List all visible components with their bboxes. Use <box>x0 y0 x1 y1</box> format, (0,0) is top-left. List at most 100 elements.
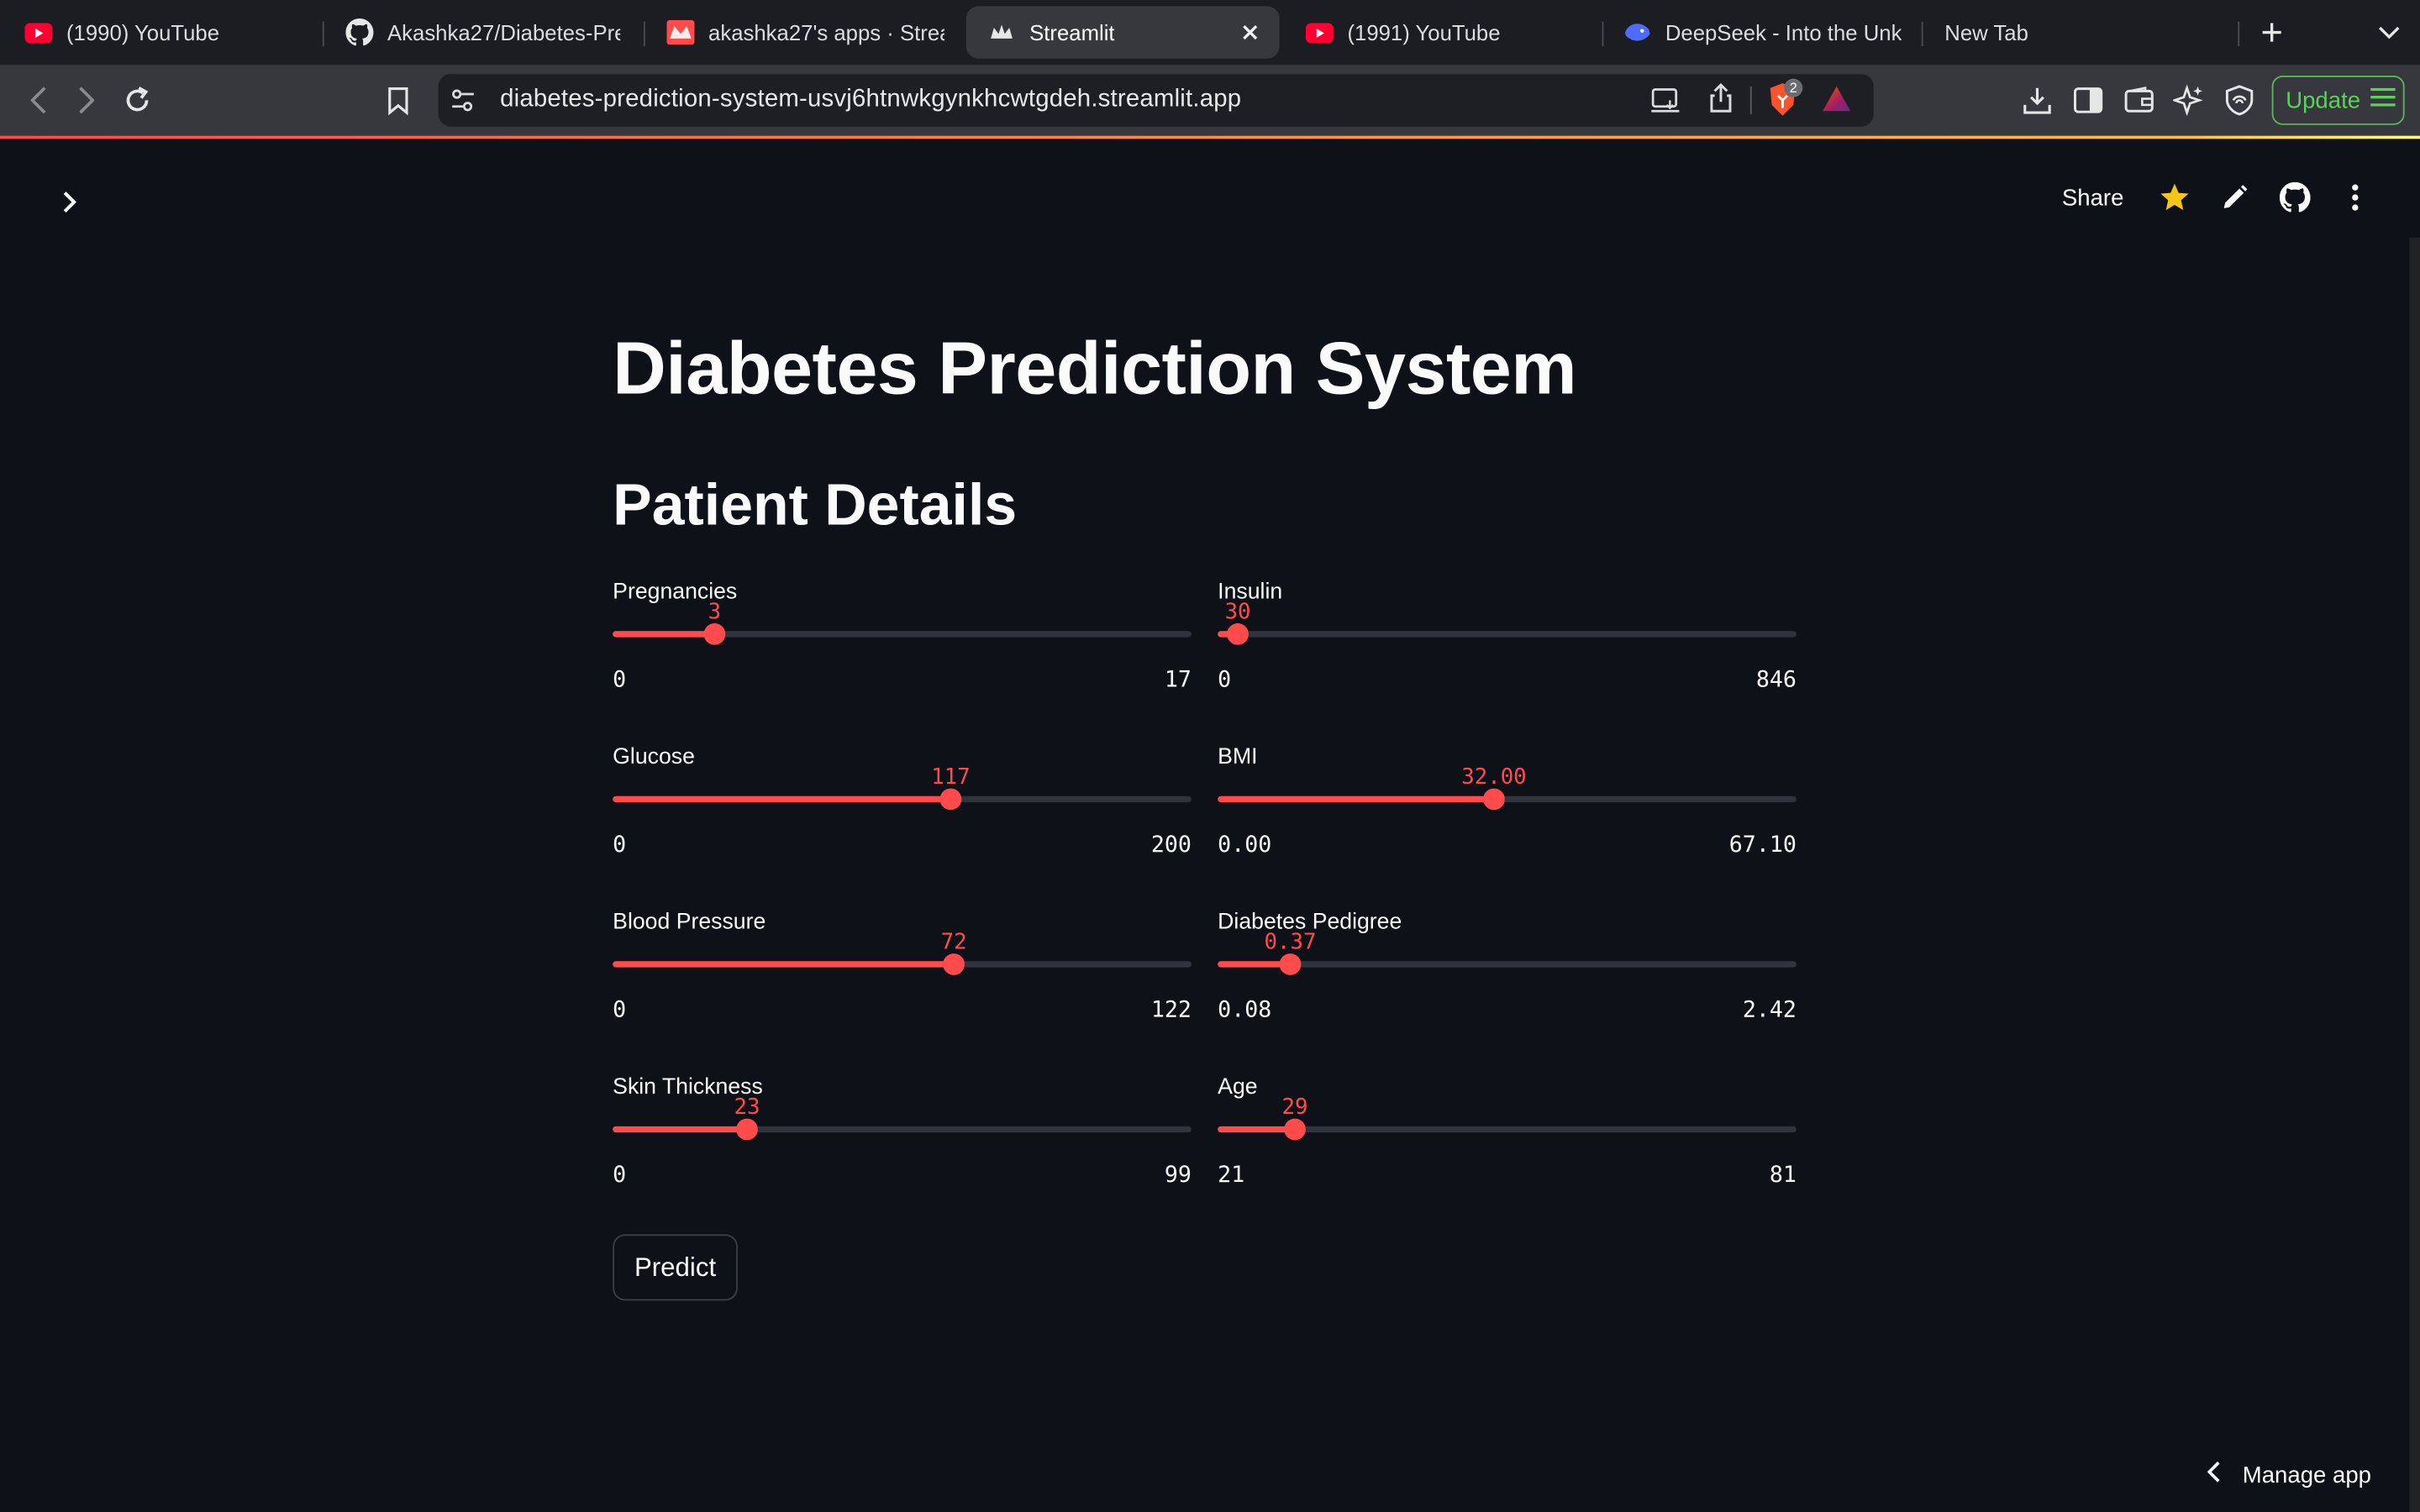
slider-fill <box>613 1126 747 1133</box>
slider-track[interactable] <box>1218 788 1797 811</box>
cast-screen-icon[interactable] <box>1649 87 1681 122</box>
slider-value: 3 <box>708 600 722 625</box>
slider-min: 21 <box>1218 1163 1245 1189</box>
favorite-star-icon[interactable] <box>2156 179 2193 216</box>
slider-thumb[interactable] <box>1284 1118 1306 1141</box>
slider-min: 0 <box>613 998 627 1023</box>
slider-fill <box>613 795 951 803</box>
bookmark-icon[interactable] <box>381 83 415 117</box>
site-settings-icon[interactable] <box>448 85 479 123</box>
brave-rewards-icon[interactable] <box>1821 85 1852 120</box>
slider-insulin[interactable]: Insulin 30 0 846 <box>1218 580 1797 719</box>
slider-min: 0 <box>613 1163 627 1189</box>
slider-thumb[interactable] <box>1483 788 1505 811</box>
page-scrollbar[interactable] <box>2409 237 2420 1512</box>
page-title: Diabetes Prediction System <box>613 328 1577 411</box>
back-arrow-icon[interactable] <box>22 83 55 117</box>
slider-label: Glucose <box>613 745 695 770</box>
slider-max: 122 <box>1150 998 1192 1023</box>
deepseek-icon <box>1623 22 1651 44</box>
update-browser-button[interactable]: Update <box>2271 76 2405 125</box>
share-label: Share <box>2061 184 2124 211</box>
slider-track[interactable] <box>613 1118 1192 1141</box>
close-tab-icon[interactable] <box>1236 18 1264 46</box>
share-icon[interactable] <box>1708 82 1733 122</box>
slider-track[interactable] <box>1218 1118 1797 1141</box>
tab-separator <box>1602 21 1604 47</box>
share-button[interactable]: Share <box>2062 179 2124 216</box>
slider-value: 23 <box>734 1095 760 1121</box>
url-text[interactable]: diabetes-prediction-system-usvj6htnwkgyn… <box>500 87 1241 114</box>
tab-youtube-1991[interactable]: (1991) YouTube <box>1305 6 1584 58</box>
slider-max: 17 <box>1164 668 1192 693</box>
brave-shields-icon[interactable]: 2 <box>1765 78 1803 126</box>
slider-value: 72 <box>940 930 967 955</box>
slider-diabetes-pedigree[interactable]: Diabetes Pedigree 0.37 0.08 2.42 <box>1218 911 1797 1049</box>
slider-thumb[interactable] <box>703 623 726 645</box>
slider-track[interactable] <box>1218 953 1797 975</box>
tab-youtube-1990[interactable]: (1990) YouTube <box>24 6 302 58</box>
tab-list-chevron-down-icon[interactable] <box>2372 15 2406 49</box>
slider-bmi[interactable]: BMI 32.00 0.00 67.10 <box>1218 745 1797 884</box>
menu-hamburger-icon <box>2370 87 2397 114</box>
slider-value: 117 <box>931 765 971 790</box>
address-bar[interactable]: diabetes-prediction-system-usvj6htnwkgyn… <box>438 74 1874 127</box>
slider-age[interactable]: Age 29 21 81 <box>1218 1075 1797 1214</box>
slider-pregnancies[interactable]: Pregnancies 3 0 17 <box>613 580 1192 719</box>
tab-deepseek[interactable]: DeepSeek - Into the Unk <box>1623 6 1902 58</box>
streamlit-crown-icon <box>988 22 1016 44</box>
vpn-shield-icon[interactable] <box>2223 83 2256 117</box>
slider-blood-pressure[interactable]: Blood Pressure 72 0 122 <box>613 911 1192 1049</box>
streamlit-icon <box>666 19 695 45</box>
slider-min: 0 <box>613 668 627 693</box>
predict-button[interactable]: Predict <box>613 1234 738 1301</box>
slider-track[interactable] <box>613 788 1192 811</box>
tab-github[interactable]: Akashka27/Diabetes-Pre <box>345 6 620 58</box>
tab-title: akashka27's apps · Strea <box>708 19 945 45</box>
expand-sidebar-chevron-right-icon[interactable] <box>52 185 86 218</box>
tab-new-tab[interactable]: New Tab <box>1944 6 2176 58</box>
slider-track[interactable] <box>1218 623 1797 645</box>
tab-title: (1990) YouTube <box>66 19 220 45</box>
slider-fill <box>613 631 715 638</box>
reload-icon[interactable] <box>120 83 154 117</box>
edit-pencil-icon[interactable] <box>2217 179 2254 216</box>
manage-app-button[interactable]: Manage app <box>2207 1457 2371 1494</box>
slider-track[interactable] <box>613 623 1192 645</box>
wallet-icon[interactable] <box>2123 83 2156 117</box>
new-tab-plus-icon[interactable] <box>2254 15 2288 49</box>
more-options-kebab-icon[interactable] <box>2337 179 2374 216</box>
downloads-icon[interactable] <box>2020 83 2054 117</box>
leo-ai-sparkle-icon[interactable] <box>2171 83 2205 117</box>
tab-title: Streamlit <box>1029 19 1115 45</box>
slider-value: 30 <box>1224 600 1251 625</box>
github-icon[interactable] <box>2276 179 2313 216</box>
tab-streamlit-apps[interactable]: akashka27's apps · Strea <box>666 6 944 58</box>
slider-thumb[interactable] <box>1279 953 1302 975</box>
slider-thumb[interactable] <box>1227 623 1249 645</box>
tab-separator <box>643 21 645 47</box>
tab-streamlit-active[interactable]: Streamlit <box>965 6 1280 59</box>
slider-thumb[interactable] <box>943 953 965 975</box>
slider-min: 0.00 <box>1218 832 1272 858</box>
slider-fill <box>1218 795 1494 803</box>
tab-separator <box>2238 21 2240 47</box>
slider-track[interactable] <box>613 953 1192 975</box>
slider-min: 0 <box>613 832 627 858</box>
slider-thumb[interactable] <box>736 1118 758 1141</box>
slider-max: 67.10 <box>1728 832 1797 858</box>
shields-count-badge: 2 <box>1784 78 1803 97</box>
slider-glucose[interactable]: Glucose 117 0 200 <box>613 745 1192 884</box>
slider-max: 99 <box>1164 1163 1192 1189</box>
youtube-icon <box>24 22 53 44</box>
chevron-left-icon <box>2207 1461 2222 1488</box>
slider-skin-thickness[interactable]: Skin Thickness 23 0 99 <box>613 1075 1192 1214</box>
sidebar-toggle-icon[interactable] <box>2071 83 2105 117</box>
manage-app-label: Manage app <box>2242 1462 2371 1488</box>
urlbar-divider <box>1749 86 1752 114</box>
slider-max: 200 <box>1150 832 1192 858</box>
slider-max: 2.42 <box>1742 998 1797 1023</box>
slider-min: 0 <box>1218 668 1232 693</box>
forward-arrow-icon[interactable] <box>70 83 103 117</box>
slider-thumb[interactable] <box>939 788 962 811</box>
